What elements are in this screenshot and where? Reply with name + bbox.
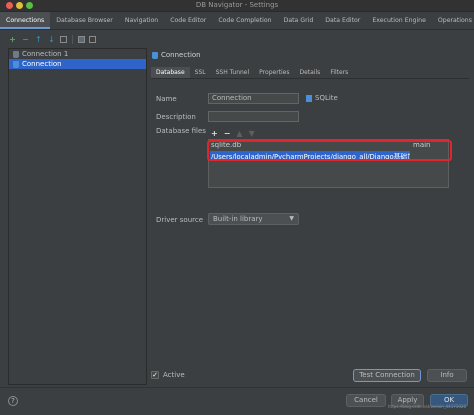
tab-operations[interactable]: Operations [432, 12, 474, 29]
active-label: Active [163, 371, 185, 379]
name-label: Name [156, 95, 177, 103]
tab-data-editor[interactable]: Data Editor [319, 12, 366, 29]
tab-database-browser[interactable]: Database Browser [50, 12, 119, 29]
database-icon [13, 50, 19, 58]
remove-connection-icon[interactable]: − [21, 35, 30, 44]
help-icon[interactable]: ? [8, 396, 18, 406]
subtab-ssh-tunnel[interactable]: SSH Tunnel [211, 67, 255, 78]
active-toggle-row: ✓ Active [151, 371, 185, 379]
active-checkbox[interactable]: ✓ [151, 371, 159, 379]
tab-connections[interactable]: Connections [0, 12, 51, 29]
db-type-indicator: SQLite [306, 94, 338, 102]
description-label: Description [156, 113, 196, 121]
subtab-database[interactable]: Database [151, 67, 190, 78]
connection-header-label: Connection [161, 51, 201, 59]
subtab-details[interactable]: Details [295, 67, 326, 78]
cancel-button[interactable]: Cancel [346, 394, 386, 407]
duplicate-icon[interactable] [89, 35, 96, 43]
driver-source-select[interactable]: Built-in library ▼ [208, 213, 299, 225]
settings-tabbar: Connections Database Browser Navigation … [0, 12, 474, 30]
tab-code-editor[interactable]: Code Editor [164, 12, 212, 29]
remove-file-icon[interactable]: − [224, 129, 231, 138]
tree-item-label: Connection [22, 60, 62, 68]
subtab-ssl[interactable]: SSL [190, 67, 211, 78]
driver-source-label: Driver source [156, 216, 204, 224]
name-field[interactable]: Connection [208, 93, 299, 104]
connections-toolbar: + − ↑ ↓ [8, 33, 96, 45]
dialog-footer: ? Cancel Apply OK https://blog.csdn.net/… [0, 387, 474, 415]
tab-data-grid[interactable]: Data Grid [278, 12, 320, 29]
add-file-icon[interactable]: + [211, 129, 218, 138]
highlight-annotation-box [207, 140, 452, 161]
sqlite-icon [306, 94, 312, 102]
copy-icon[interactable] [60, 35, 67, 43]
driver-source-value: Built-in library [213, 215, 263, 223]
database-files-toolbar: + − ▲ ▼ [211, 129, 255, 138]
move-down-icon[interactable]: ↓ [47, 35, 56, 44]
window-titlebar: DB Navigator - Settings [0, 0, 474, 12]
connection-details-panel: Connection Database SSL SSH Tunnel Prope… [151, 48, 469, 385]
connections-tree: Connection 1 Connection [8, 48, 147, 385]
watermark-text: https://blog.csdn.net/weixin_44171020 [387, 404, 466, 409]
database-files-label: Database files [156, 127, 206, 135]
move-file-up-icon[interactable]: ▲ [236, 129, 242, 138]
tree-item-connection[interactable]: Connection [9, 59, 146, 69]
tab-navigation[interactable]: Navigation [119, 12, 164, 29]
description-field[interactable] [208, 111, 299, 122]
connection-subtabs: Database SSL SSH Tunnel Properties Detai… [151, 67, 469, 79]
tab-code-completion[interactable]: Code Completion [212, 12, 277, 29]
database-icon [152, 51, 158, 59]
add-connection-icon[interactable]: + [8, 35, 17, 44]
move-up-icon[interactable]: ↑ [34, 35, 43, 44]
paste-icon[interactable] [78, 35, 85, 43]
info-button[interactable]: Info [427, 369, 467, 382]
move-file-down-icon[interactable]: ▼ [249, 129, 255, 138]
window-title: DB Navigator - Settings [195, 1, 279, 9]
toolbar-separator [72, 34, 73, 44]
subtab-filters[interactable]: Filters [325, 67, 353, 78]
database-icon [13, 60, 19, 68]
tree-item-label: Connection 1 [22, 50, 69, 58]
subtab-properties[interactable]: Properties [254, 67, 294, 78]
test-connection-button[interactable]: Test Connection [353, 369, 421, 382]
tree-item-connection-1[interactable]: Connection 1 [9, 49, 146, 59]
connection-header: Connection [152, 51, 201, 59]
tab-execution-engine[interactable]: Execution Engine [366, 12, 432, 29]
chevron-down-icon: ▼ [289, 215, 294, 222]
db-type-label: SQLite [315, 94, 338, 102]
